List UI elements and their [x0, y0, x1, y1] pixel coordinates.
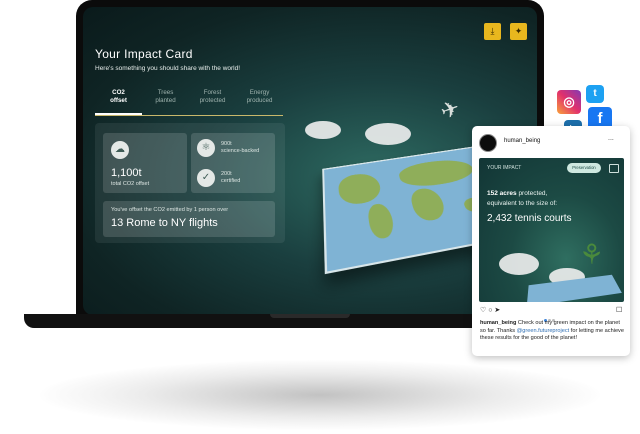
- status-badge: Preservation: [567, 163, 601, 173]
- total-offset-value: 1,100t: [111, 167, 142, 179]
- send-icon[interactable]: ➤: [494, 307, 500, 314]
- share-icon: ✦: [514, 26, 523, 36]
- cloud-icon: ☁: [111, 141, 129, 159]
- atom-icon: ⚛: [197, 139, 215, 157]
- certified-label: certified: [221, 178, 241, 184]
- caption-mention[interactable]: @green.futureproject: [517, 328, 570, 334]
- twitter-icon[interactable]: t: [586, 85, 604, 103]
- page-title: Your Impact Card: [95, 47, 193, 61]
- tab-energy-produced[interactable]: Energy produced: [236, 89, 283, 115]
- page-subtitle: Here's something you should share with t…: [95, 65, 241, 72]
- total-offset-label: total CO2 offset: [111, 181, 150, 187]
- heart-icon[interactable]: ♡: [480, 307, 486, 314]
- acres-suffix: protected,: [516, 190, 548, 197]
- comment-icon[interactable]: ○: [488, 307, 492, 314]
- share-button[interactable]: ✦: [510, 23, 527, 40]
- science-label: science-backed: [221, 148, 260, 154]
- land-africa: [408, 186, 448, 223]
- certified-value: 200t: [221, 171, 232, 177]
- expand-icon: [609, 164, 619, 173]
- impact-tabs: CO2 offset Trees planted Forest protecte…: [95, 89, 283, 116]
- tab-forest-protected[interactable]: Forest protected: [189, 89, 236, 115]
- tab-label: Forest: [203, 89, 222, 96]
- download-button[interactable]: ⤓: [484, 23, 501, 40]
- laptop-notch: [270, 314, 350, 318]
- instagram-icon[interactable]: ◎: [557, 90, 581, 114]
- science-value: 900t: [221, 141, 232, 147]
- equivalence-text: You've offset the CO2 emitted by 1 perso…: [111, 207, 229, 213]
- more-icon[interactable]: ...: [608, 135, 614, 142]
- equivalence-value: 13 Rome to NY flights: [111, 217, 218, 229]
- post-username[interactable]: human_being: [504, 138, 540, 144]
- laptop-screen: Your Impact Card Here's something you sh…: [83, 7, 537, 315]
- tab-label: Energy: [249, 89, 270, 96]
- palm-tree-icon: ⚘: [579, 239, 605, 270]
- social-post-card: human_being ... YOUR IMPACT Preservation…: [472, 126, 630, 356]
- airplane-icon: ✈: [437, 94, 463, 125]
- avatar: [479, 134, 497, 152]
- post-actions: ♡ ○ ➤: [480, 306, 500, 314]
- mini-map: [526, 274, 622, 302]
- tab-label: produced: [246, 97, 273, 104]
- tab-label: Trees: [157, 89, 174, 96]
- post-image-line1: 152 acres protected,: [487, 190, 547, 197]
- caption-username[interactable]: human_being: [480, 320, 516, 326]
- acres-value: 152 acres: [487, 190, 517, 197]
- cloud-illustration: [305, 121, 341, 139]
- breakdown-card: ⚛ 900t science-backed ✓ 200t certified: [191, 133, 275, 193]
- land-america: [337, 171, 383, 207]
- land-south-america: [366, 202, 396, 241]
- tab-label: planted: [155, 97, 176, 104]
- cloud-illustration: [365, 123, 411, 145]
- tab-label: protected: [199, 97, 226, 104]
- total-offset-card: ☁ 1,100t total CO2 offset: [103, 133, 187, 193]
- stats-panel: ☁ 1,100t total CO2 offset ⚛ 900t science…: [95, 123, 285, 243]
- tab-label: CO2: [112, 89, 125, 96]
- equivalence-card: You've offset the CO2 emitted by 1 perso…: [103, 201, 275, 237]
- post-caption: human_being Check out my green impact on…: [480, 320, 625, 343]
- download-icon: ⤓: [490, 26, 495, 36]
- tab-trees-planted[interactable]: Trees planted: [142, 89, 189, 115]
- post-image-highlight: 2,432 tennis courts: [487, 213, 572, 224]
- land-eurasia: [397, 156, 478, 191]
- post-image-line2: equivalent to the size of:: [487, 200, 558, 207]
- tab-label: offset: [110, 97, 127, 104]
- check-seal-icon: ✓: [197, 169, 215, 187]
- tab-co2-offset[interactable]: CO2 offset: [95, 89, 142, 115]
- drop-shadow: [40, 360, 600, 430]
- post-image-header: YOUR IMPACT: [487, 165, 522, 171]
- bookmark-icon[interactable]: ☐: [616, 306, 622, 314]
- cloud-illustration: [499, 253, 539, 275]
- post-image: YOUR IMPACT Preservation 152 acres prote…: [479, 158, 624, 302]
